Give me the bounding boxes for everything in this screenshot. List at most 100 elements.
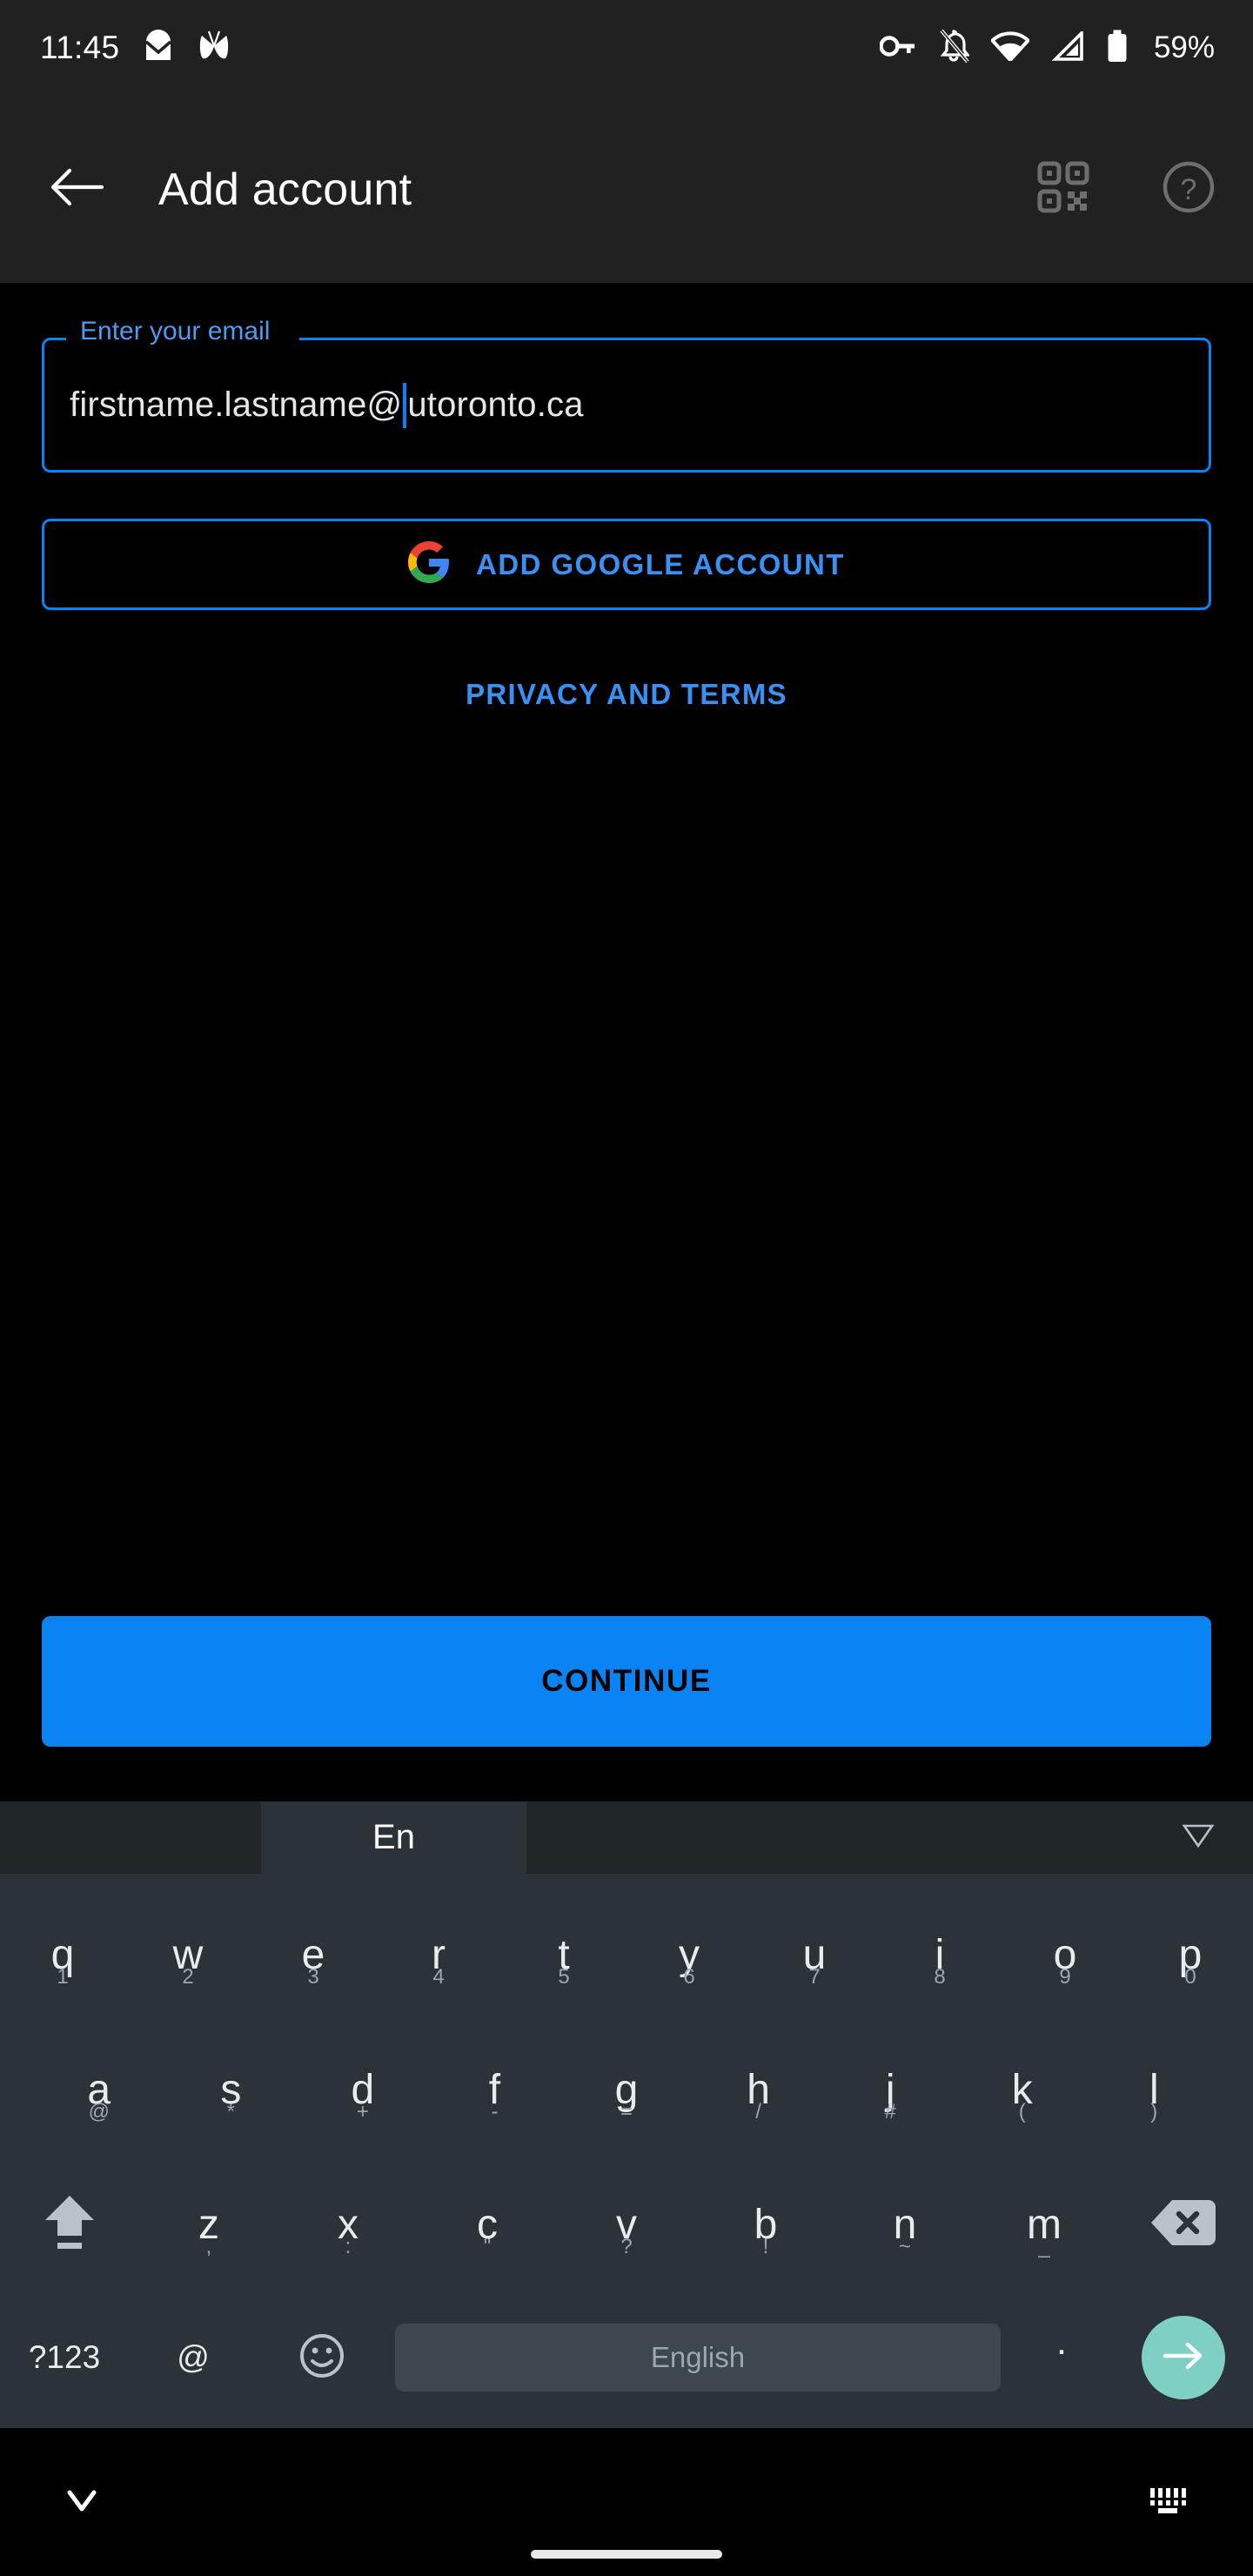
key-hint: * (226, 2100, 236, 2123)
svg-text:?: ? (1181, 173, 1197, 206)
home-gesture-pill[interactable] (531, 2550, 722, 2559)
butterfly-icon (198, 29, 231, 68)
key-k[interactable]: k( (956, 2023, 1089, 2157)
back-button[interactable] (47, 160, 106, 219)
collapse-triangle-icon[interactable] (1182, 1822, 1215, 1853)
key-hint: 4 (432, 1965, 445, 1989)
key-hint: ! (762, 2235, 769, 2258)
suggestion-slot-active[interactable]: En (261, 1801, 526, 1874)
status-bar-right: 59% (879, 29, 1215, 68)
suggestion-active-label: En (372, 1818, 415, 1856)
key-q[interactable]: q1 (0, 1888, 125, 2023)
key-c[interactable]: c " (418, 2157, 557, 2292)
key-hint: 2 (182, 1965, 194, 1989)
key-hint: - (491, 2100, 499, 2123)
mail-icon (144, 29, 173, 67)
key-m[interactable]: m _ (975, 2157, 1114, 2292)
suggestion-strip: En (0, 1801, 1253, 1874)
keyboard-row-4: ?123 @ English . (0, 2292, 1253, 2423)
key-e[interactable]: e3 (251, 1888, 376, 2023)
continue-button[interactable]: CONTINUE (42, 1616, 1211, 1747)
help-button[interactable]: ? (1157, 158, 1220, 221)
key-y[interactable]: y6 (626, 1888, 752, 2023)
email-value-after-caret: utoronto.ca (407, 386, 584, 424)
key-b[interactable]: b! (696, 2157, 835, 2292)
chevron-down-icon (63, 2485, 101, 2519)
email-field-container[interactable]: Enter your email firstname.lastname@ uto… (42, 319, 1211, 473)
backspace-icon (1149, 2197, 1217, 2253)
email-input[interactable]: firstname.lastname@ utoronto.ca (70, 382, 584, 428)
emoji-key[interactable] (258, 2332, 386, 2384)
key-hint: 5 (558, 1965, 570, 1989)
period-key[interactable]: . (1009, 2320, 1114, 2395)
key-i[interactable]: i8 (877, 1888, 1002, 2023)
key-o[interactable]: o9 (1002, 1888, 1128, 2023)
key-t[interactable]: t5 (501, 1888, 626, 2023)
key-a[interactable]: a @ (33, 2023, 165, 2157)
key-hint: 0 (1184, 1965, 1196, 1989)
key-s[interactable]: s * (165, 2023, 298, 2157)
key-h[interactable]: h / (693, 2023, 825, 2157)
email-field-label: Enter your email (80, 317, 271, 345)
key-hint: # (884, 2100, 896, 2123)
privacy-and-terms-link[interactable]: PRIVACY AND TERMS (42, 678, 1211, 711)
key-hint: 9 (1059, 1965, 1071, 1989)
key-l[interactable]: l) (1089, 2023, 1221, 2157)
shift-icon (42, 2190, 97, 2259)
key-p[interactable]: p0 (1128, 1888, 1253, 2023)
key-hint: ( (1018, 2100, 1026, 2123)
key-hint: / (755, 2100, 761, 2123)
key-hint: , (205, 2235, 212, 2258)
google-g-icon (408, 541, 450, 587)
app-bar: Add account ? (0, 96, 1253, 283)
status-clock: 11:45 (40, 30, 120, 65)
suggestion-slot-right[interactable] (526, 1801, 1253, 1874)
enter-key-circle (1142, 2316, 1225, 2399)
keyboard-rows: q1 w2 e3 r4 t5 y6 u7 i8 o9 p0 a @ s * d + f… (0, 1874, 1253, 2428)
key-u[interactable]: u7 (752, 1888, 877, 2023)
main-content: Enter your email firstname.lastname@ uto… (0, 283, 1253, 1801)
at-key[interactable]: @ (129, 2339, 258, 2376)
suggestion-slot-left[interactable] (0, 1801, 261, 1874)
keyboard-row-1: q1 w2 e3 r4 t5 y6 u7 i8 o9 p0 (0, 1888, 1253, 2023)
space-key-label: English (650, 2341, 746, 2373)
key-hint: 7 (808, 1965, 821, 1989)
qr-scan-button[interactable] (1032, 158, 1095, 221)
shift-key[interactable] (0, 2157, 139, 2292)
add-google-account-button[interactable]: ADD GOOGLE ACCOUNT (42, 519, 1211, 610)
key-g[interactable]: g = (560, 2023, 693, 2157)
key-hint: " (483, 2235, 492, 2258)
key-hint: 3 (307, 1965, 319, 1989)
help-circle-icon: ? (1162, 160, 1216, 218)
emoji-smiley-icon (298, 2332, 345, 2384)
key-j[interactable]: j # (824, 2023, 956, 2157)
key-n[interactable]: n ~ (835, 2157, 975, 2292)
space-key[interactable]: English (395, 2324, 1001, 2392)
continue-button-label: CONTINUE (541, 1664, 712, 1698)
key-r[interactable]: r4 (376, 1888, 501, 2023)
keyboard-row-3: z, x: c " v? b! n ~ m _ (0, 2157, 1253, 2292)
backspace-key[interactable] (1114, 2157, 1253, 2292)
key-hint: ? (620, 2235, 633, 2258)
vpn-key-icon (879, 33, 916, 64)
keyboard-row-2: a @ s * d + f- g = h / j # k( l) (0, 2023, 1253, 2157)
enter-arrow-icon (1160, 2338, 1207, 2378)
symbols-key[interactable]: ?123 (0, 2339, 129, 2376)
phone-screen: 11:45 59% Add account ? Enter your email… (0, 0, 1253, 2576)
key-hint: 1 (57, 1965, 69, 1989)
key-hint: @ (88, 2100, 110, 2123)
enter-key[interactable] (1114, 2316, 1253, 2399)
hide-keyboard-button[interactable] (63, 2485, 101, 2519)
battery-icon (1106, 30, 1129, 67)
key-d[interactable]: d + (297, 2023, 429, 2157)
qr-code-scanner-icon (1037, 161, 1089, 218)
text-caret (403, 382, 407, 428)
cellular-signal-icon (1051, 29, 1084, 65)
keyboard-switcher-button[interactable] (1145, 2483, 1190, 2522)
key-hint: _ (1038, 2235, 1050, 2258)
key-z[interactable]: z, (139, 2157, 278, 2292)
key-v[interactable]: v? (557, 2157, 696, 2292)
key-x[interactable]: x: (278, 2157, 418, 2292)
key-f[interactable]: f- (429, 2023, 561, 2157)
key-w[interactable]: w2 (125, 1888, 251, 2023)
